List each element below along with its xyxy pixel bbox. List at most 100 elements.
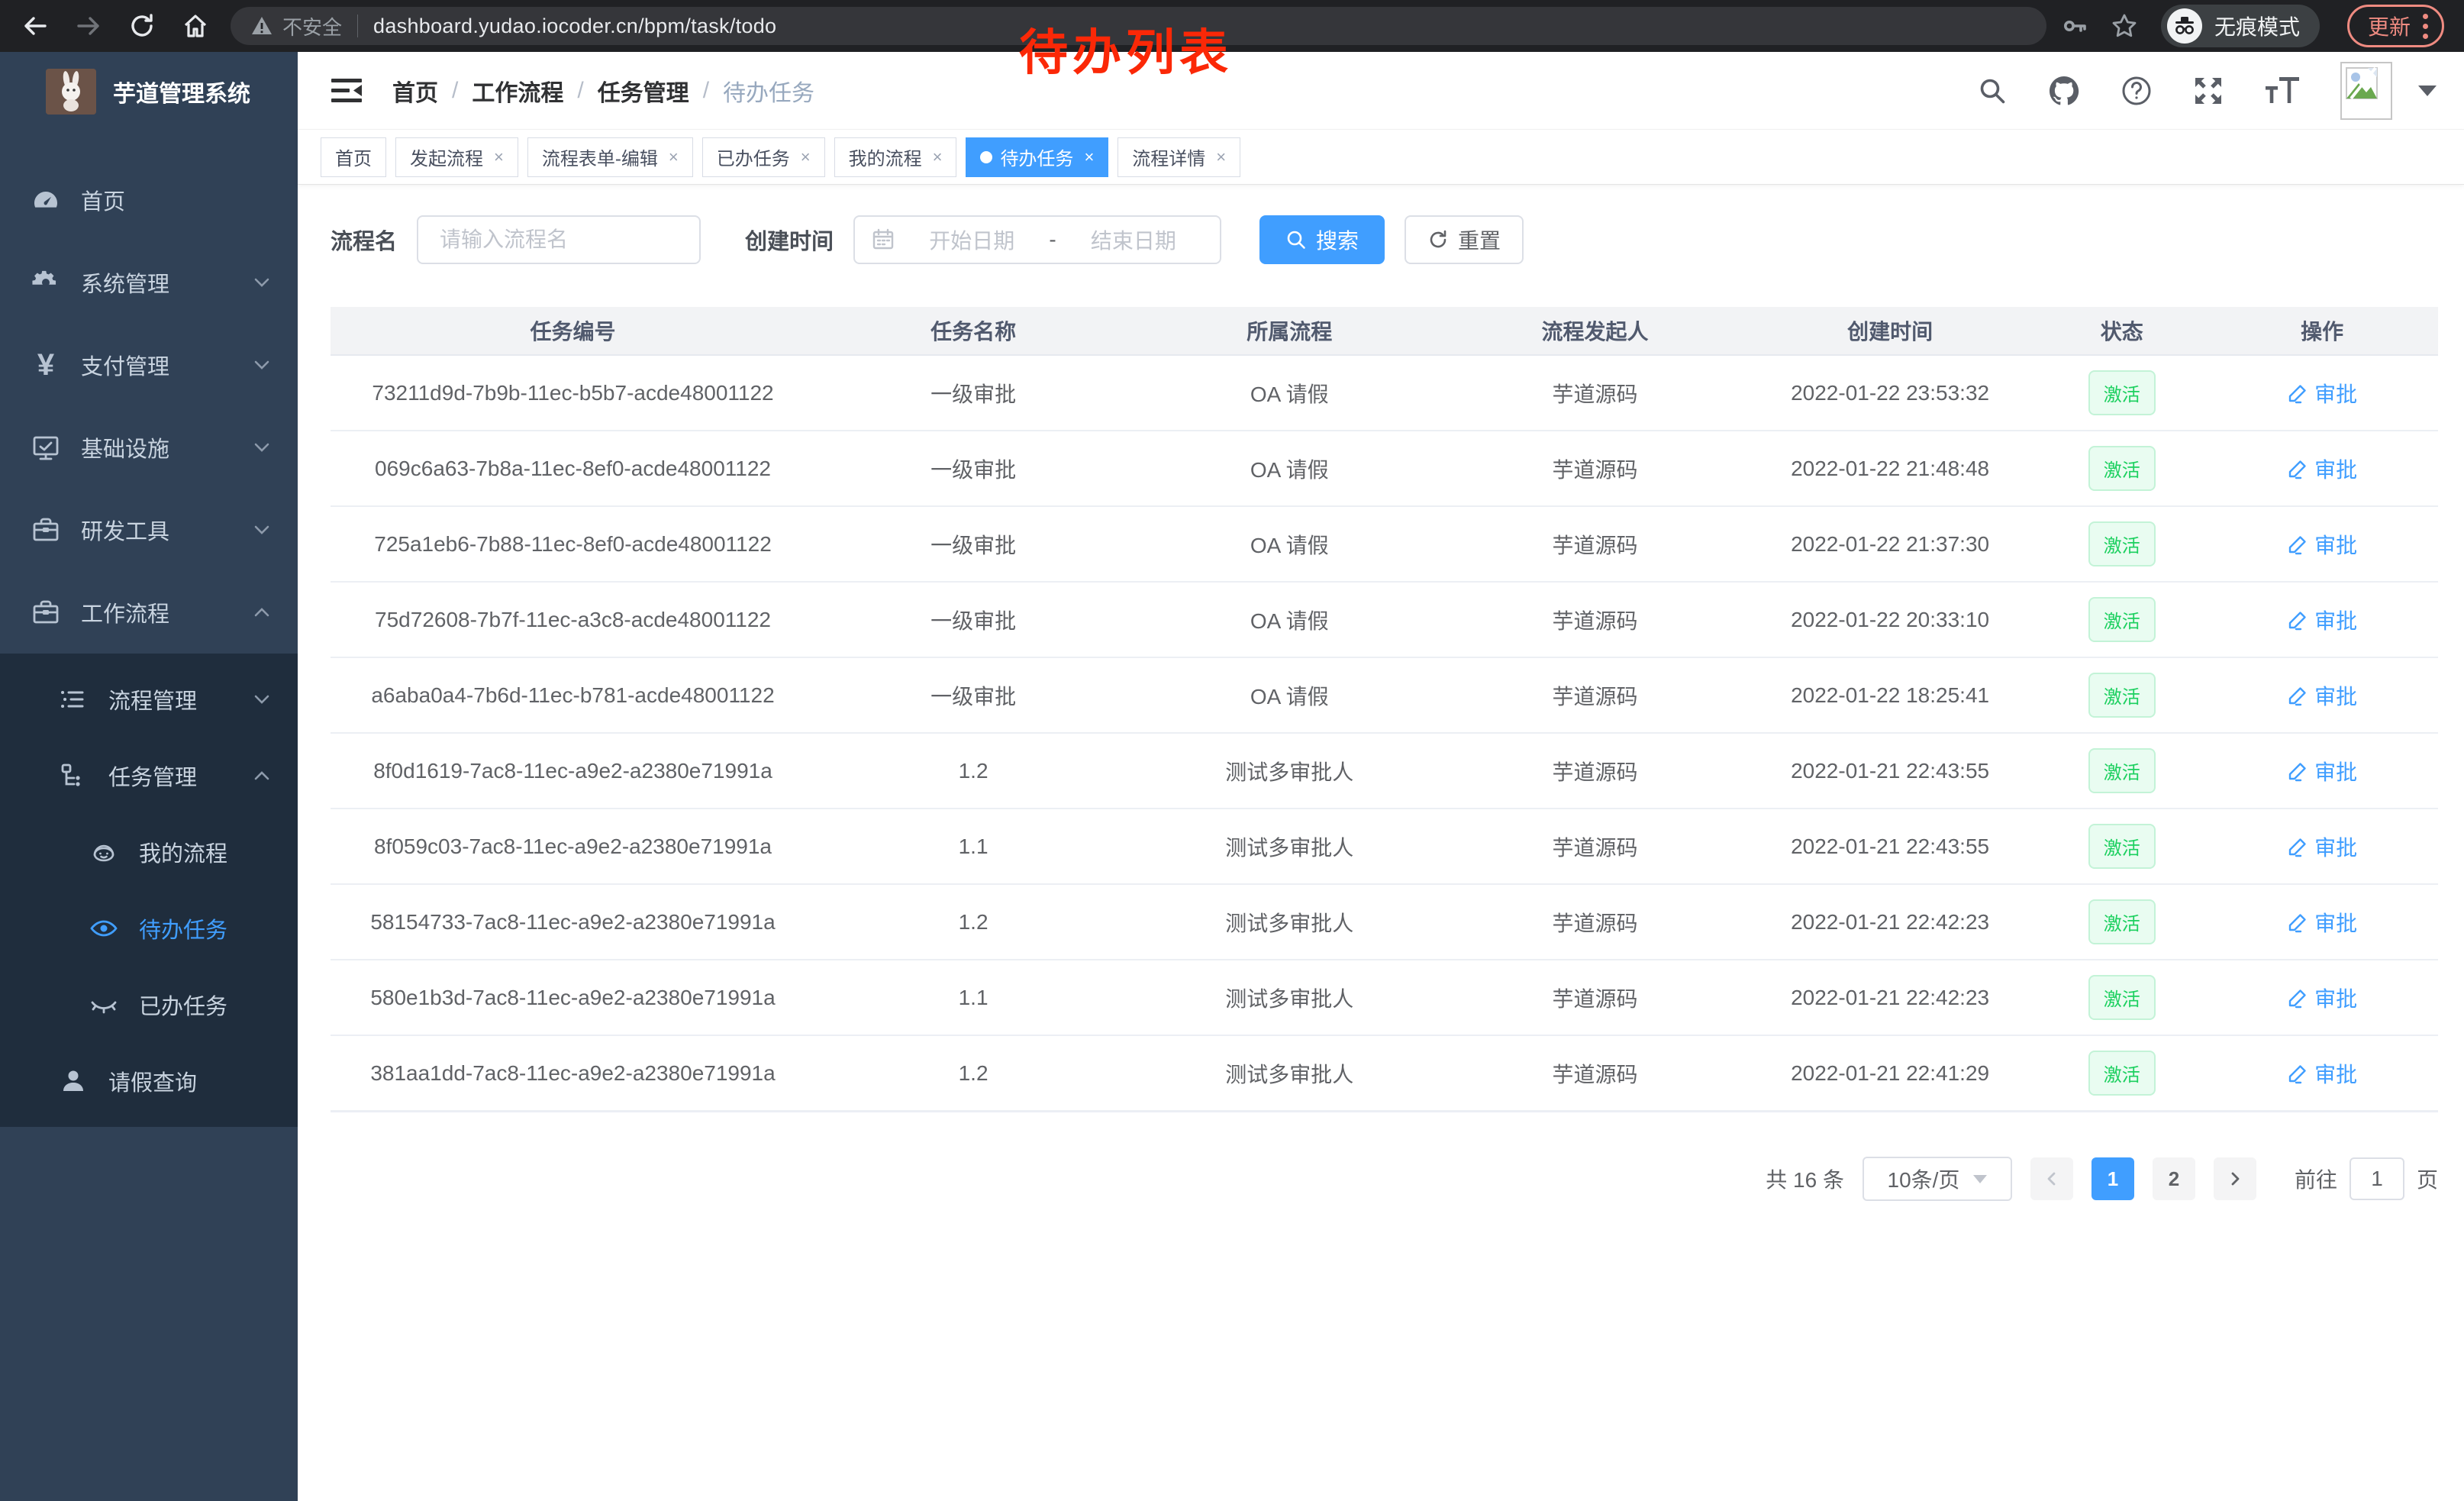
cell-create-time: 2022-01-22 18:25:41 — [1743, 658, 2038, 732]
update-label[interactable]: 更新 — [2368, 11, 2411, 41]
security-warning-icon[interactable] — [250, 15, 273, 37]
browser-menu-icon[interactable] — [2423, 14, 2428, 39]
sidebar-toggle-icon[interactable] — [330, 76, 363, 106]
browser-home-icon[interactable] — [179, 9, 212, 43]
page-size-select[interactable]: 10条/页 — [1863, 1157, 2012, 1201]
approve-link[interactable]: 审批 — [2287, 831, 2357, 862]
app-title: 芋道管理系统 — [113, 75, 250, 108]
breadcrumb-workflow[interactable]: 工作流程 — [472, 74, 563, 108]
cell-starter: 芋道源码 — [1447, 658, 1743, 732]
user-avatar[interactable] — [2340, 62, 2392, 120]
browser-reload-icon[interactable] — [125, 9, 159, 43]
status-badge: 激活 — [2088, 370, 2156, 415]
approve-link[interactable]: 审批 — [2287, 378, 2357, 408]
process-name-input[interactable] — [417, 215, 701, 264]
tab-close-icon[interactable]: × — [933, 147, 943, 167]
browser-back-icon[interactable] — [18, 9, 52, 43]
start-date-placeholder[interactable]: 开始日期 — [902, 224, 1041, 255]
approve-link[interactable]: 审批 — [2287, 605, 2357, 635]
tab-label: 首页 — [335, 144, 372, 170]
sidebar-item-infra[interactable]: 基础设施 — [0, 406, 298, 489]
calendar-icon — [872, 228, 895, 251]
tab-close-icon[interactable]: × — [669, 147, 679, 167]
tab-close-icon[interactable]: × — [494, 147, 504, 167]
approve-link[interactable]: 审批 — [2287, 756, 2357, 786]
cell-task-name: 1.2 — [815, 885, 1131, 959]
sidebar-item-system[interactable]: 系统管理 — [0, 241, 298, 324]
prev-page-button[interactable] — [2030, 1157, 2073, 1200]
sidebar-item-leave-query[interactable]: 请假查询 — [0, 1043, 298, 1119]
breadcrumb-task-mgmt[interactable]: 任务管理 — [598, 74, 689, 108]
approve-link[interactable]: 审批 — [2287, 1058, 2357, 1089]
tab[interactable]: 流程详情 × — [1118, 137, 1240, 177]
app-logo[interactable]: 芋道管理系统 — [0, 52, 298, 131]
bookmark-star-icon[interactable] — [2111, 12, 2138, 40]
sidebar-item-done-tasks[interactable]: 已办任务 — [0, 967, 298, 1043]
search-button[interactable]: 搜索 — [1259, 215, 1385, 264]
approve-link[interactable]: 审批 — [2287, 454, 2357, 484]
sidebar-item-workflow[interactable]: 工作流程 — [0, 571, 298, 654]
edit-pencil-icon — [2287, 534, 2308, 555]
tab[interactable]: 待办任务 × — [966, 137, 1108, 177]
sidebar-item-home[interactable]: 首页 — [0, 159, 298, 241]
fullscreen-icon[interactable] — [2192, 75, 2224, 107]
sidebar-item-devtools[interactable]: 研发工具 — [0, 489, 298, 571]
toolbox-icon — [29, 598, 63, 627]
sidebar-item-my-process[interactable]: 我的流程 — [0, 814, 298, 890]
sidebar-item-process-mgmt[interactable]: 流程管理 — [0, 661, 298, 738]
page-number-button[interactable]: 2 — [2153, 1157, 2195, 1200]
list-icon — [56, 686, 90, 713]
tab[interactable]: 我的流程 × — [834, 137, 957, 177]
status-badge: 激活 — [2088, 1051, 2156, 1096]
logo-image — [46, 69, 96, 115]
browser-forward-icon[interactable] — [72, 9, 105, 43]
tab[interactable]: 首页 — [321, 137, 386, 177]
cell-create-time: 2022-01-21 22:43:55 — [1743, 809, 2038, 883]
tab[interactable]: 流程表单-编辑 × — [527, 137, 693, 177]
browser-nav-buttons — [12, 9, 223, 43]
tab-close-icon[interactable]: × — [801, 147, 811, 167]
font-size-icon[interactable] — [2264, 76, 2301, 106]
breadcrumb: 首页 / 工作流程 / 任务管理 / 待办任务 — [392, 74, 814, 108]
goto-label: 前往 — [2295, 1164, 2337, 1194]
tab-close-icon[interactable]: × — [1216, 147, 1226, 167]
chevron-down-icon — [252, 437, 272, 457]
browser-update-button[interactable]: 更新 — [2347, 5, 2444, 47]
reset-button[interactable]: 重置 — [1405, 215, 1524, 264]
sidebar-item-todo-tasks[interactable]: 待办任务 — [0, 890, 298, 967]
search-icon[interactable] — [1977, 76, 2008, 106]
breadcrumb-home[interactable]: 首页 — [392, 74, 438, 108]
table-row: 069c6a63-7b8a-11ec-8ef0-acde48001122 一级审… — [331, 431, 2438, 507]
security-label[interactable]: 不安全 — [282, 12, 342, 40]
status-badge: 激活 — [2088, 597, 2156, 642]
approve-link[interactable]: 审批 — [2287, 907, 2357, 938]
goto-page-input[interactable] — [2350, 1157, 2404, 1200]
tab[interactable]: 发起流程 × — [395, 137, 518, 177]
approve-link[interactable]: 审批 — [2287, 983, 2357, 1013]
url-text[interactable]: dashboard.yudao.iocoder.cn/bpm/task/todo — [373, 15, 776, 38]
approve-link[interactable]: 审批 — [2287, 529, 2357, 560]
password-key-icon[interactable] — [2062, 13, 2088, 39]
end-date-placeholder[interactable]: 结束日期 — [1064, 224, 1203, 255]
approve-link[interactable]: 审批 — [2287, 680, 2357, 711]
github-icon[interactable] — [2047, 74, 2081, 108]
date-range-picker[interactable]: 开始日期 - 结束日期 — [853, 215, 1221, 264]
status-badge: 激活 — [2088, 521, 2156, 567]
sidebar-item-payment[interactable]: ¥ 支付管理 — [0, 324, 298, 406]
avatar-dropdown-caret[interactable] — [2418, 86, 2437, 96]
tab-label: 我的流程 — [849, 144, 922, 170]
next-page-button[interactable] — [2214, 1157, 2256, 1200]
page-number-button[interactable]: 1 — [2091, 1157, 2134, 1200]
sidebar-item-task-mgmt[interactable]: 任务管理 — [0, 738, 298, 814]
help-icon[interactable] — [2121, 75, 2153, 107]
address-bar[interactable]: 不安全 dashboard.yudao.iocoder.cn/bpm/task/… — [231, 7, 2046, 45]
tab[interactable]: 已办任务 × — [702, 137, 825, 177]
cell-process: 测试多审批人 — [1131, 809, 1447, 883]
tab-close-icon[interactable]: × — [1084, 147, 1094, 167]
urlbar-divider — [357, 15, 358, 37]
yen-icon: ¥ — [29, 348, 63, 383]
cell-task-id: 069c6a63-7b8a-11ec-8ef0-acde48001122 — [331, 431, 815, 505]
approve-link-label: 审批 — [2314, 983, 2357, 1013]
status-badge: 激活 — [2088, 975, 2156, 1020]
sidebar-item-label: 任务管理 — [108, 760, 252, 792]
